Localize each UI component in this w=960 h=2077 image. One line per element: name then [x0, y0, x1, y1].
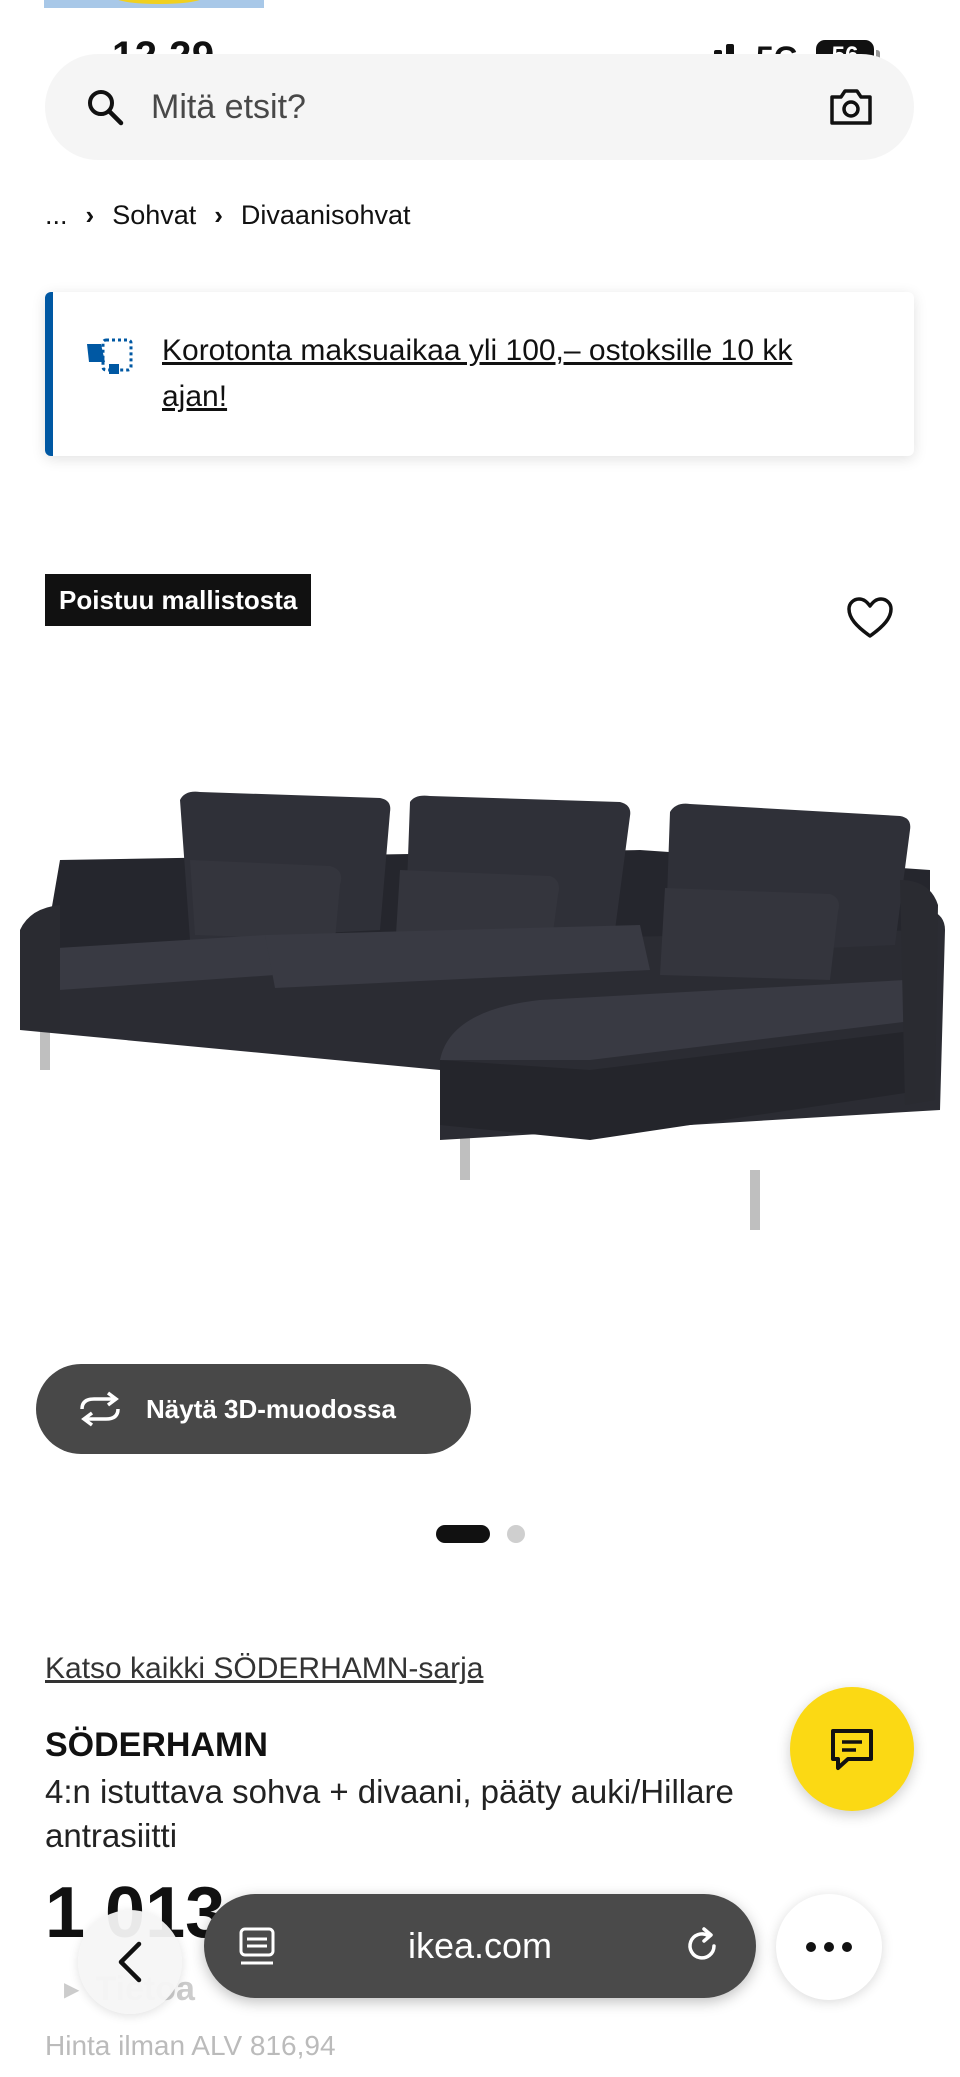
promo-accent-bar — [45, 292, 53, 456]
search-bar[interactable]: Mitä etsit? — [45, 54, 914, 160]
product-description: 4:n istuttava sohva + divaani, pääty auk… — [45, 1773, 734, 1854]
search-input[interactable]: Mitä etsit? — [151, 88, 828, 127]
camera-icon[interactable] — [828, 87, 874, 127]
carousel-dot-active[interactable] — [436, 1525, 490, 1543]
view-3d-label: Näytä 3D-muodossa — [146, 1393, 396, 1424]
reload-icon[interactable] — [684, 1926, 722, 1966]
browser-more-button[interactable] — [776, 1894, 882, 2000]
breadcrumb: ... › Sohvat › Divaanisohvat — [45, 200, 411, 231]
vat-note: Hinta ilman ALV 816,94 — [45, 2030, 336, 2061]
breadcrumb-item-divaanisohvat[interactable]: Divaanisohvat — [241, 200, 411, 231]
view-3d-button[interactable]: Näytä 3D-muodossa — [36, 1364, 471, 1454]
product-image[interactable] — [0, 730, 960, 1270]
browser-url-bar[interactable]: ikea.com — [204, 1894, 756, 1998]
promo-link[interactable]: Korotonta maksuaikaa yli 100,– ostoksill… — [162, 328, 862, 420]
heart-icon[interactable] — [846, 596, 894, 640]
payment-icon — [87, 338, 133, 374]
rotate-3d-icon — [80, 1391, 120, 1427]
carousel-dot[interactable] — [507, 1525, 525, 1543]
chat-button[interactable] — [790, 1687, 914, 1811]
caret-right-icon: ▶ — [64, 1979, 80, 2001]
chevron-right-icon: › — [214, 200, 223, 230]
more-icon — [806, 1942, 852, 1952]
chevron-left-icon — [118, 1941, 142, 1983]
chevron-right-icon: › — [85, 200, 95, 230]
series-link[interactable]: Katso kaikki SÖDERHAMN-sarja — [45, 1652, 483, 1686]
reader-icon[interactable] — [238, 1926, 276, 1966]
chat-icon — [831, 1729, 873, 1770]
product-name: SÖDERHAMN — [45, 1726, 268, 1764]
ikea-logo[interactable] — [44, 0, 264, 8]
promo-banner[interactable]: Korotonta maksuaikaa yli 100,– ostoksill… — [45, 292, 914, 456]
browser-back-button[interactable] — [78, 1910, 182, 2014]
browser-domain[interactable]: ikea.com — [276, 1925, 684, 1967]
breadcrumb-ellipsis[interactable]: ... — [45, 200, 68, 231]
breadcrumb-item-sohvat[interactable]: Sohvat — [112, 200, 196, 231]
search-icon — [88, 90, 124, 126]
discontinued-badge: Poistuu mallistosta — [45, 574, 312, 626]
